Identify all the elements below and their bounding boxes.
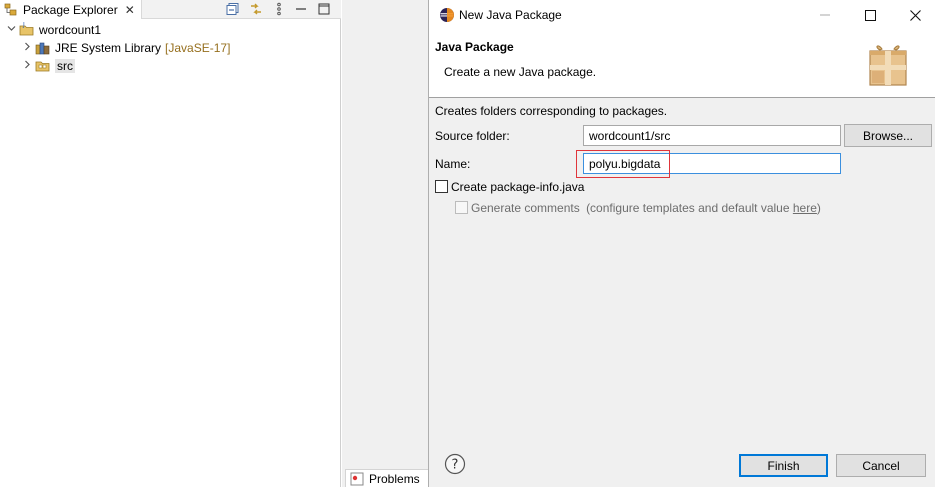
- help-icon[interactable]: ?: [444, 453, 466, 475]
- dialog-titlebar[interactable]: New Java Package: [429, 0, 935, 30]
- chevron-right-icon[interactable]: [21, 60, 33, 72]
- wizard-title: Java Package: [435, 40, 514, 54]
- wizard-header: Java Package Create a new Java package.: [429, 30, 935, 98]
- collapse-all-icon[interactable]: [225, 1, 241, 17]
- link-with-editor-icon[interactable]: [248, 1, 264, 17]
- tree-item-label: JRE System Library: [55, 41, 162, 55]
- generate-comments-hint: (configure templates and default value: [586, 201, 793, 215]
- editor-area: [342, 0, 429, 487]
- browse-button[interactable]: Browse...: [844, 124, 932, 147]
- maximize-icon[interactable]: [316, 1, 332, 17]
- create-package-info-checkbox[interactable]: [435, 180, 448, 193]
- create-package-info-label: Create package-info.java: [451, 180, 585, 194]
- generate-comments-hint-close: ): [816, 201, 821, 215]
- java-project-icon: J: [19, 22, 35, 38]
- tab-package-explorer[interactable]: Package Explorer ✕: [0, 0, 142, 19]
- tab-problems-label: Problems: [369, 471, 420, 486]
- chevron-right-icon[interactable]: [21, 42, 33, 54]
- maximize-icon[interactable]: [850, 0, 890, 30]
- problems-icon: [350, 472, 364, 486]
- configure-templates-link[interactable]: here: [793, 201, 817, 215]
- tab-problems[interactable]: Problems: [345, 469, 435, 487]
- minimize-icon[interactable]: [805, 0, 845, 30]
- source-folder-label: Source folder:: [435, 129, 510, 143]
- package-wizard-icon: [868, 41, 908, 87]
- close-icon[interactable]: [895, 0, 935, 30]
- library-icon: [35, 40, 51, 56]
- close-icon[interactable]: ✕: [125, 3, 135, 17]
- package-explorer-view: Package Explorer ✕ J wordcount1 JRE Syst…: [0, 0, 341, 487]
- tree-item-label: src: [55, 59, 75, 73]
- finish-button[interactable]: Finish: [739, 454, 828, 477]
- source-folder-icon: [35, 58, 51, 74]
- minimize-icon[interactable]: [293, 1, 309, 17]
- tree-item-jre-library[interactable]: JRE System Library [JavaSE-17]: [21, 39, 230, 57]
- package-name-field[interactable]: [583, 153, 841, 174]
- svg-text:J: J: [22, 22, 25, 29]
- source-folder-field[interactable]: [583, 125, 841, 146]
- generate-comments-text: Generate comments (configure templates a…: [471, 201, 821, 215]
- svg-text:?: ?: [452, 458, 459, 473]
- tree-item-label: wordcount1: [39, 23, 102, 37]
- explorer-tabbar: Package Explorer ✕: [0, 0, 341, 19]
- view-menu-icon[interactable]: [271, 1, 287, 17]
- tree-item-src[interactable]: src: [21, 57, 75, 75]
- new-java-package-dialog: New Java Package Java Package Create a n…: [428, 0, 935, 487]
- eclipse-icon: [439, 7, 455, 23]
- dialog-title: New Java Package: [459, 8, 562, 22]
- tree-item-project[interactable]: J wordcount1: [5, 21, 101, 39]
- wizard-description: Create a new Java package.: [444, 65, 597, 79]
- generate-comments-checkbox[interactable]: [455, 201, 468, 214]
- tab-package-explorer-label: Package Explorer: [23, 2, 118, 17]
- generate-comments-label: Generate comments: [471, 201, 580, 215]
- name-label: Name:: [435, 157, 471, 171]
- cancel-button[interactable]: Cancel: [836, 454, 926, 477]
- tree-item-decoration: [JavaSE-17]: [165, 41, 231, 55]
- intro-text: Creates folders corresponding to package…: [435, 104, 668, 118]
- package-explorer-icon: [4, 3, 18, 17]
- chevron-down-icon[interactable]: [5, 24, 17, 36]
